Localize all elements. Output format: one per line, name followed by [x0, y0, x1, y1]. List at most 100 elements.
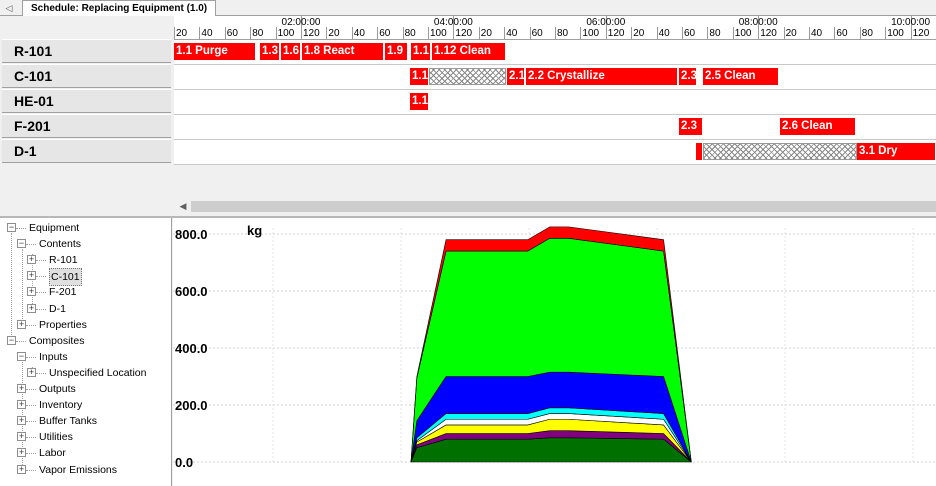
- task-bar[interactable]: 1.3: [260, 43, 280, 60]
- tree-item[interactable]: + C-101: [0, 268, 171, 287]
- minor-time-label: 40: [506, 28, 518, 39]
- major-time-label: 02:00:00: [281, 17, 321, 28]
- task-bar[interactable]: 1.1 Purge: [174, 43, 256, 60]
- gantt-lanes: 1.1 Purge 1.3 1.6 1.8 React 1.9 1.1 1.12 Clean…: [174, 40, 936, 165]
- expand-icon[interactable]: +: [17, 319, 26, 329]
- tree-item[interactable]: + Buffer Tanks: [0, 413, 171, 429]
- task-bar[interactable]: 2.5 Clean: [703, 68, 779, 85]
- task-bar[interactable]: 1.1: [411, 43, 431, 60]
- tree-connector: [26, 469, 36, 471]
- tree-item[interactable]: + Utilities: [0, 429, 171, 445]
- tree-connector: [16, 340, 26, 342]
- tree-item-label: Composites: [29, 334, 85, 347]
- tree-connector: [36, 308, 46, 310]
- tree-item[interactable]: − Contents: [0, 236, 171, 252]
- expand-icon[interactable]: +: [27, 255, 36, 265]
- minor-time-label: 20: [328, 28, 340, 39]
- task-bar[interactable]: 1.12 Clean: [432, 43, 506, 60]
- resource-row-r-101[interactable]: R-101: [2, 39, 171, 63]
- tree-item[interactable]: + Labor: [0, 445, 171, 461]
- tree-item[interactable]: + R-101: [0, 252, 171, 268]
- gantt-chart: R-101 C-101 HE-01 F-201 D-1 20 40 60 80 100 120 20…: [0, 16, 936, 216]
- task-bar[interactable]: 2.3: [679, 68, 697, 85]
- tree-connector: [16, 228, 26, 229]
- resource-row-he-01[interactable]: HE-01: [2, 89, 171, 113]
- resource-header: [2, 16, 171, 39]
- minor-time-label: 100: [582, 28, 600, 39]
- tab-schedule[interactable]: Schedule: Replacing Equipment (1.0): [22, 0, 217, 16]
- task-bar[interactable]: 1.8 React: [302, 43, 384, 60]
- major-time-label: 04:00:00: [433, 17, 473, 28]
- expand-icon[interactable]: +: [17, 448, 26, 458]
- expand-icon[interactable]: +: [17, 432, 26, 442]
- tree-item[interactable]: + Unspecified Location: [0, 365, 171, 381]
- minor-time-label: 60: [379, 28, 391, 39]
- resource-list: R-101 C-101 HE-01 F-201 D-1: [0, 16, 173, 216]
- gantt-empty-area: [174, 165, 936, 199]
- task-bar[interactable]: 3.1 Dry: [857, 143, 936, 160]
- gantt-lane-f-201: 2.3 2.6 Clean: [174, 115, 936, 140]
- minor-time-label: 80: [252, 28, 264, 39]
- tree-item[interactable]: − Composites: [0, 333, 171, 349]
- expand-icon[interactable]: +: [27, 303, 36, 313]
- expand-icon[interactable]: +: [27, 287, 36, 297]
- tree-item-label: Outputs: [39, 383, 76, 395]
- tree-item-label: Labor: [39, 447, 66, 460]
- task-bar[interactable]: 2.1: [507, 68, 525, 85]
- scrollbar-thumb[interactable]: [191, 201, 936, 212]
- collapse-icon[interactable]: −: [17, 239, 26, 249]
- resource-row-c-101[interactable]: C-101: [2, 64, 171, 88]
- tree-item[interactable]: + Vapor Emissions: [0, 462, 171, 478]
- minor-time-label: 60: [226, 28, 238, 39]
- tree-item[interactable]: + D-1: [0, 301, 171, 317]
- gantt-lane-he-01: 1.1: [174, 90, 936, 115]
- tree-item[interactable]: + Inventory: [0, 397, 171, 413]
- task-bar[interactable]: 2.6 Clean: [780, 118, 856, 135]
- tree-item[interactable]: − Equipment: [0, 220, 171, 236]
- expand-icon[interactable]: +: [17, 400, 26, 410]
- minor-time-label: 100: [734, 28, 752, 39]
- task-bar[interactable]: 1.1: [410, 93, 429, 110]
- expand-icon[interactable]: +: [27, 367, 36, 377]
- chevron-left-icon[interactable]: ◀: [177, 199, 189, 213]
- collapse-icon[interactable]: −: [17, 351, 26, 361]
- tree-item[interactable]: − Inputs: [0, 349, 171, 365]
- task-bar[interactable]: 1.9: [385, 43, 408, 60]
- task-bar[interactable]: 1.6: [281, 43, 301, 60]
- task-bar[interactable]: 2.3: [679, 118, 703, 135]
- tree-item[interactable]: + Outputs: [0, 381, 171, 397]
- chevron-left-icon[interactable]: ◁: [2, 2, 16, 14]
- tree-connector: [26, 405, 36, 407]
- idle-block[interactable]: [429, 68, 506, 85]
- horizontal-scrollbar[interactable]: ◀: [174, 199, 936, 213]
- collapse-icon[interactable]: −: [7, 223, 16, 232]
- minor-time-label: 60: [836, 28, 848, 39]
- task-bar[interactable]: 1.1: [410, 68, 429, 85]
- idle-block[interactable]: [703, 143, 857, 160]
- tree-item-label: Contents: [39, 238, 82, 251]
- minor-time-label: 80: [861, 28, 873, 39]
- minor-time-label: 100: [277, 28, 295, 39]
- minor-time-label: 40: [201, 28, 213, 39]
- expand-icon[interactable]: +: [17, 416, 26, 426]
- minor-time-label: 100: [430, 28, 447, 39]
- minor-time-label: 20: [480, 28, 492, 39]
- tree-item-label: F-201: [49, 286, 77, 299]
- resource-row-d-1[interactable]: D-1: [2, 139, 171, 163]
- expand-icon[interactable]: +: [17, 384, 26, 393]
- tree-item-label: Vapor Emissions: [39, 463, 118, 476]
- task-bar[interactable]: [696, 143, 703, 160]
- gantt-lane-c-101: 1.1 2.1 2.2 Crystallize 2.3 2.5 Clean: [174, 65, 936, 90]
- y-tick-label: 200.0: [175, 398, 208, 413]
- expand-icon[interactable]: +: [17, 464, 26, 474]
- task-bar[interactable]: 2.2 Crystallize: [526, 68, 678, 85]
- tree-item[interactable]: + F-201: [0, 284, 171, 300]
- chart-canvas: 0.0 200.0 400.0 600.0 800.0 kg: [173, 223, 936, 470]
- inventory-chart: 0.0 200.0 400.0 600.0 800.0 kg: [173, 218, 936, 486]
- collapse-icon[interactable]: −: [7, 335, 16, 345]
- minor-time-label: 80: [404, 28, 416, 39]
- expand-icon[interactable]: +: [27, 271, 36, 281]
- resource-row-f-201[interactable]: F-201: [2, 114, 171, 138]
- tree-item[interactable]: + Properties: [0, 317, 171, 333]
- tree-connector: [36, 260, 46, 262]
